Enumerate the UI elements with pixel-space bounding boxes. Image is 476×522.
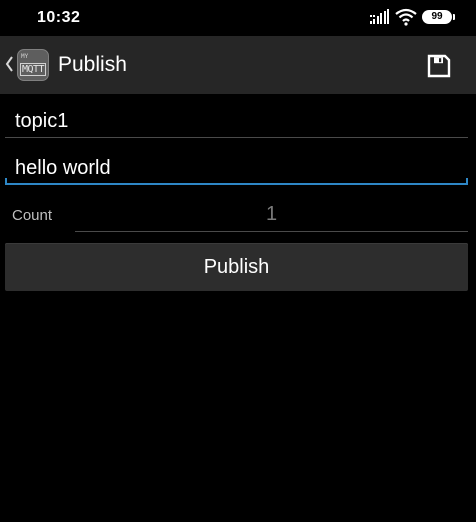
save-icon — [427, 54, 451, 78]
battery-tip — [453, 14, 455, 20]
status-time: 10:32 — [37, 9, 81, 26]
wifi-icon — [395, 8, 417, 31]
page-title: Publish — [58, 53, 127, 76]
screen: 10:32 99 MY MQTT Publish topic1 hello wo… — [0, 0, 476, 522]
app-logo-main-text: MQTT — [20, 63, 47, 76]
status-icons: 99 — [366, 8, 476, 28]
save-button[interactable] — [418, 48, 460, 84]
message-underline-tick-left — [5, 178, 7, 185]
message-underline-tick-right — [466, 178, 468, 185]
topic-input[interactable] — [5, 100, 468, 138]
signal-icon — [370, 9, 392, 30]
battery-icon: 99 — [422, 10, 452, 24]
app-logo-small-text: MY — [21, 53, 29, 60]
status-bar: 10:32 99 — [0, 0, 476, 36]
back-chevron-icon[interactable] — [4, 55, 14, 78]
count-label: Count — [12, 207, 53, 224]
app-logo[interactable]: MY MQTT — [17, 49, 49, 81]
publish-button[interactable]: Publish — [5, 243, 468, 291]
app-bar: MY MQTT Publish — [0, 36, 476, 94]
message-input[interactable] — [5, 147, 468, 185]
count-input[interactable] — [75, 198, 468, 232]
